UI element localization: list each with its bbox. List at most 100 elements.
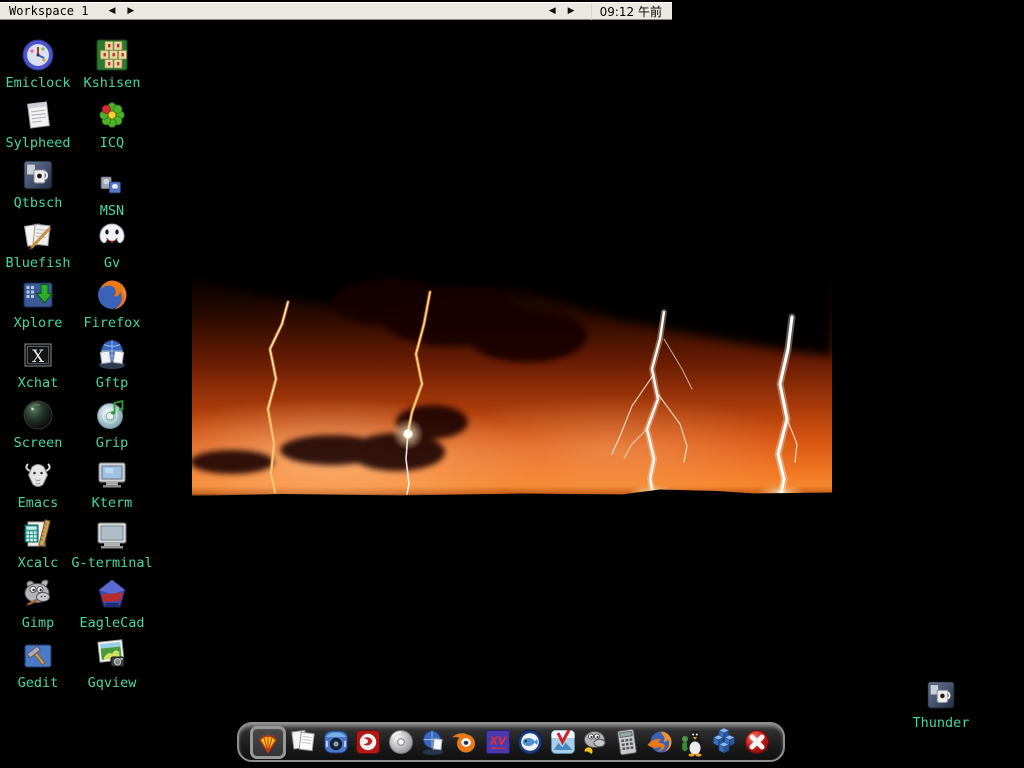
desktop-icon-gv[interactable]: Gv <box>68 216 156 270</box>
svg-text:X: X <box>32 347 45 367</box>
clock-next-icon[interactable]: ▶ <box>568 2 575 20</box>
monitor-icon <box>93 516 131 554</box>
desktop-icon-xplore[interactable]: Xplore <box>0 276 76 330</box>
papers-pencil-icon <box>19 216 57 254</box>
desktop-icon-xchat[interactable]: X Xchat <box>0 336 76 390</box>
icon-label: Sylpheed <box>5 136 70 150</box>
workspace-next-icon[interactable]: ▶ <box>127 2 134 20</box>
icon-label: Gqview <box>88 676 137 690</box>
icon-label: Xplore <box>14 316 63 330</box>
icon-label: Qtbsch <box>14 196 63 210</box>
dock-item-media-player[interactable] <box>321 727 351 757</box>
desktop-icon-screen[interactable]: Screen <box>0 396 76 450</box>
desktop-icon-emacs[interactable]: Emacs <box>0 456 76 510</box>
clock-prev-icon[interactable]: ◀ <box>549 2 556 20</box>
taskbar: Workspace 1 ◀ ▶ ◀ ▶ 09:12 午前 <box>0 2 672 20</box>
icon-label: Gedit <box>18 676 59 690</box>
workspace-prev-icon[interactable]: ◀ <box>108 2 115 20</box>
ghost-icon <box>93 216 131 254</box>
desktop-icon-gimp[interactable]: Gimp <box>0 576 76 630</box>
dock-item-calculator[interactable] <box>612 727 642 757</box>
download-arrow-icon <box>19 276 57 314</box>
photo-check-icon <box>548 727 578 757</box>
gem-icon <box>93 576 131 614</box>
desktop-icon-kterm[interactable]: Kterm <box>68 456 156 510</box>
desktop-icon-firefox[interactable]: Firefox <box>68 276 156 330</box>
dock-item-tux-penguin[interactable] <box>677 727 707 757</box>
tile-game-icon <box>93 36 131 74</box>
icon-label: Gftp <box>96 376 129 390</box>
gimp-icon <box>580 727 610 757</box>
clock-icon <box>19 36 57 74</box>
workspace-label: Workspace 1 <box>9 4 88 18</box>
dark-sphere-icon <box>19 396 57 434</box>
icon-label: Gv <box>104 256 120 270</box>
desktop-icon-kshisen[interactable]: Kshisen <box>68 36 156 90</box>
notepad-icon <box>19 96 57 134</box>
dock-item-firefox-globe[interactable] <box>645 727 675 757</box>
dock-item-shell[interactable] <box>250 726 286 759</box>
pdf-reader-icon <box>353 727 383 757</box>
icon-label: Kshisen <box>84 76 141 90</box>
desktop: Workspace 1 ◀ ▶ ◀ ▶ 09:12 午前 <box>0 0 1024 768</box>
monitor-icon <box>93 456 131 494</box>
wilber-icon <box>19 576 57 614</box>
messenger-icon <box>97 172 127 202</box>
desktop-icon-xcalc[interactable]: Xcalc <box>0 516 76 570</box>
dock-item-blender[interactable] <box>450 727 480 757</box>
icon-label: Bluefish <box>5 256 70 270</box>
documents-icon <box>288 727 318 757</box>
desktop-icon-emiclock[interactable]: Emiclock <box>0 36 76 90</box>
ftp-globe-icon <box>418 727 448 757</box>
dock-item-blue-cubes[interactable] <box>709 727 739 757</box>
desktop-icon-grip[interactable]: Grip <box>68 396 156 450</box>
desktop-icon-eaglecad[interactable]: EagleCad <box>68 576 156 630</box>
desktop-icon-gqview[interactable]: Gqview <box>68 636 156 690</box>
icon-label: Thunder <box>913 716 970 730</box>
fish-porthole-icon <box>515 727 545 757</box>
dock-item-fish-porthole[interactable] <box>515 727 545 757</box>
cd-icon <box>386 727 416 757</box>
photo-camera-icon <box>93 636 131 674</box>
icon-label: Kterm <box>92 496 133 510</box>
dock-item-photo-check[interactable] <box>548 727 578 757</box>
media-player-icon <box>321 727 351 757</box>
coffee-cup-icon <box>19 156 57 194</box>
desktop-icon-bluefish[interactable]: Bluefish <box>0 216 76 270</box>
icon-label: G-terminal <box>71 556 152 570</box>
desktop-icon-sylpheed[interactable]: Sylpheed <box>0 96 76 150</box>
dock-item-cd[interactable] <box>386 727 416 757</box>
desktop-icon-gedit[interactable]: Gedit <box>0 636 76 690</box>
clock: 09:12 午前 <box>591 3 662 20</box>
icon-label: Xchat <box>18 376 59 390</box>
cd-music-icon <box>93 396 131 434</box>
quit-cross-icon <box>742 727 772 757</box>
desktop-icon-gterminal[interactable]: G-terminal <box>68 516 156 570</box>
firefox-icon <box>93 276 131 314</box>
dock: XV <box>237 722 785 762</box>
desktop-icon-thunder[interactable]: Thunder <box>901 676 981 730</box>
dock-item-quit[interactable] <box>742 727 772 757</box>
shell-icon <box>254 728 282 756</box>
blender-icon <box>450 727 480 757</box>
dock-item-ftp-globe[interactable] <box>418 727 448 757</box>
dock-item-xv-viewer[interactable]: XV <box>483 727 513 757</box>
calculator-ruler-icon <box>19 516 57 554</box>
desktop-icon-qtbsch[interactable]: Qtbsch <box>0 156 76 210</box>
coffee-cup-icon <box>922 676 960 714</box>
icon-label: Grip <box>96 436 129 450</box>
icon-label: Emacs <box>18 496 59 510</box>
blue-cubes-icon <box>709 727 739 757</box>
globe-documents-icon <box>93 336 131 374</box>
firefox-globe-icon <box>645 727 675 757</box>
dock-item-documents[interactable] <box>288 727 318 757</box>
desktop-icon-icq[interactable]: ICQ <box>68 96 156 150</box>
dock-item-gimp[interactable] <box>580 727 610 757</box>
lightning-storm-image <box>192 144 832 622</box>
desktop-icon-gftp[interactable]: Gftp <box>68 336 156 390</box>
desktop-icon-msn[interactable]: MSN <box>68 172 156 218</box>
hammer-icon <box>19 636 57 674</box>
dock-item-pdf-reader[interactable] <box>353 727 383 757</box>
icon-label: Screen <box>14 436 63 450</box>
icon-label: Firefox <box>84 316 141 330</box>
